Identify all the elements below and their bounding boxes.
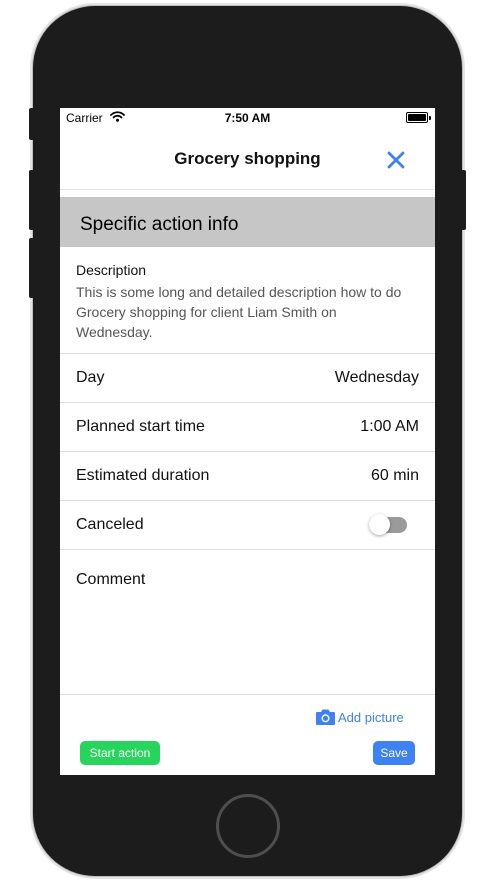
power-button	[461, 170, 466, 230]
volume-down-button	[29, 238, 34, 298]
day-value: Wednesday	[334, 369, 419, 386]
navigation-bar: Grocery shopping	[60, 130, 435, 190]
canceled-toggle[interactable]	[369, 514, 407, 535]
status-time: 7:50 AM	[224, 111, 271, 125]
planned-start-label: Planned start time	[76, 418, 205, 435]
battery-icon	[406, 112, 431, 123]
save-button[interactable]: Save	[373, 741, 415, 765]
add-picture-label: Add picture	[338, 710, 404, 725]
start-action-button[interactable]: Start action	[80, 741, 160, 765]
app-screen: Carrier 7:50 AM Grocery shopping Specifi…	[60, 108, 435, 775]
estimated-duration-value: 60 min	[370, 467, 419, 484]
mute-switch	[29, 108, 34, 140]
day-label: Day	[76, 369, 105, 386]
camera-icon	[315, 708, 336, 726]
comment-field[interactable]: Comment	[60, 550, 435, 695]
close-icon[interactable]	[384, 148, 408, 172]
description-label: Description	[76, 262, 147, 278]
volume-up-button	[29, 170, 34, 230]
canceled-row: Canceled	[60, 501, 435, 550]
status-bar: Carrier 7:50 AM	[60, 108, 435, 130]
page-title: Grocery shopping	[174, 149, 321, 168]
canceled-label: Canceled	[76, 516, 144, 533]
description-text: This is some long and detailed descripti…	[76, 284, 402, 340]
estimated-duration-row: Estimated duration 60 min	[60, 452, 435, 501]
comment-label: Comment	[76, 571, 146, 588]
estimated-duration-label: Estimated duration	[76, 467, 210, 484]
planned-start-row: Planned start time 1:00 AM	[60, 403, 435, 452]
planned-start-value: 1:00 AM	[360, 418, 419, 435]
section-header: Specific action info	[60, 197, 435, 247]
day-row: Day Wednesday	[60, 354, 435, 403]
toggle-knob	[369, 514, 390, 535]
home-button[interactable]	[216, 794, 280, 858]
description-block: Description This is some long and detail…	[60, 247, 435, 354]
section-title: Specific action info	[80, 214, 239, 235]
